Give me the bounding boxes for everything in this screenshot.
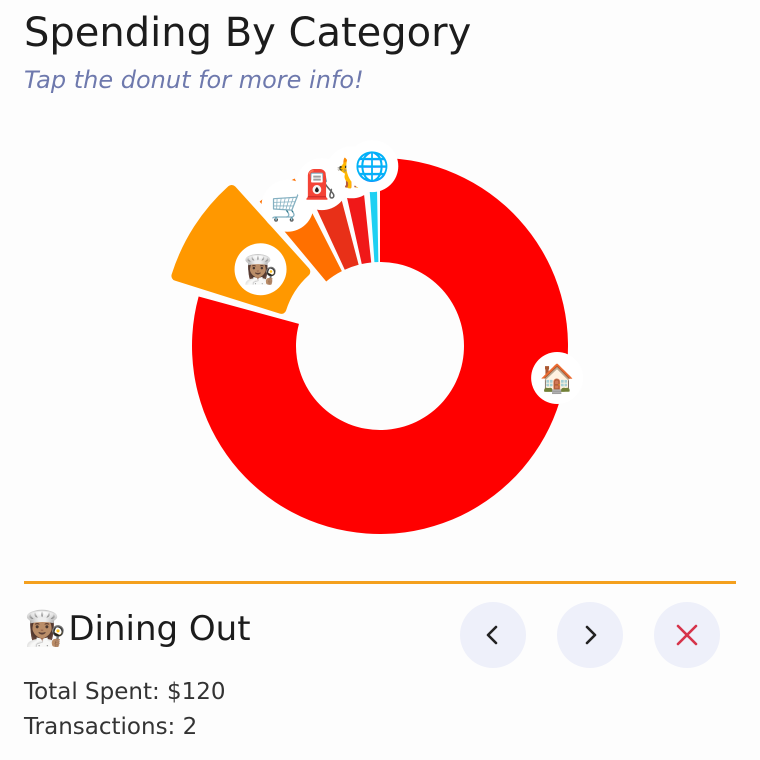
- page-subtitle: Tap the donut for more info!: [24, 66, 364, 94]
- donut-chart[interactable]: 🏠👩🏽‍🍳🛒⛽🐈🌐: [0, 120, 760, 560]
- house-icon: 🏠: [531, 351, 584, 404]
- detail-heading: 👩🏽‍🍳 Dining Out: [24, 604, 251, 654]
- transactions-label: Transactions: 2: [24, 714, 198, 740]
- close-icon: [676, 624, 698, 646]
- chevron-left-icon: [486, 625, 498, 645]
- page-title: Spending By Category: [24, 10, 472, 56]
- globe-icon: 🌐: [346, 140, 399, 193]
- icon-badge-glyph: 🌐: [355, 150, 390, 183]
- detail-category-name: Dining Out: [68, 609, 251, 649]
- chevron-right-icon: [585, 625, 597, 645]
- icon-badge-glyph: 🏠: [540, 362, 575, 395]
- next-category-button[interactable]: [557, 602, 623, 668]
- detail-divider: [24, 581, 736, 584]
- close-detail-button[interactable]: [654, 602, 720, 668]
- total-spent-label: Total Spent: $120: [24, 679, 226, 705]
- chef-icon: 👩🏽‍🍳: [234, 243, 287, 296]
- previous-category-button[interactable]: [460, 602, 526, 668]
- icon-badge-glyph: 👩🏽‍🍳: [243, 253, 278, 286]
- chef-icon: 👩🏽‍🍳: [24, 609, 67, 649]
